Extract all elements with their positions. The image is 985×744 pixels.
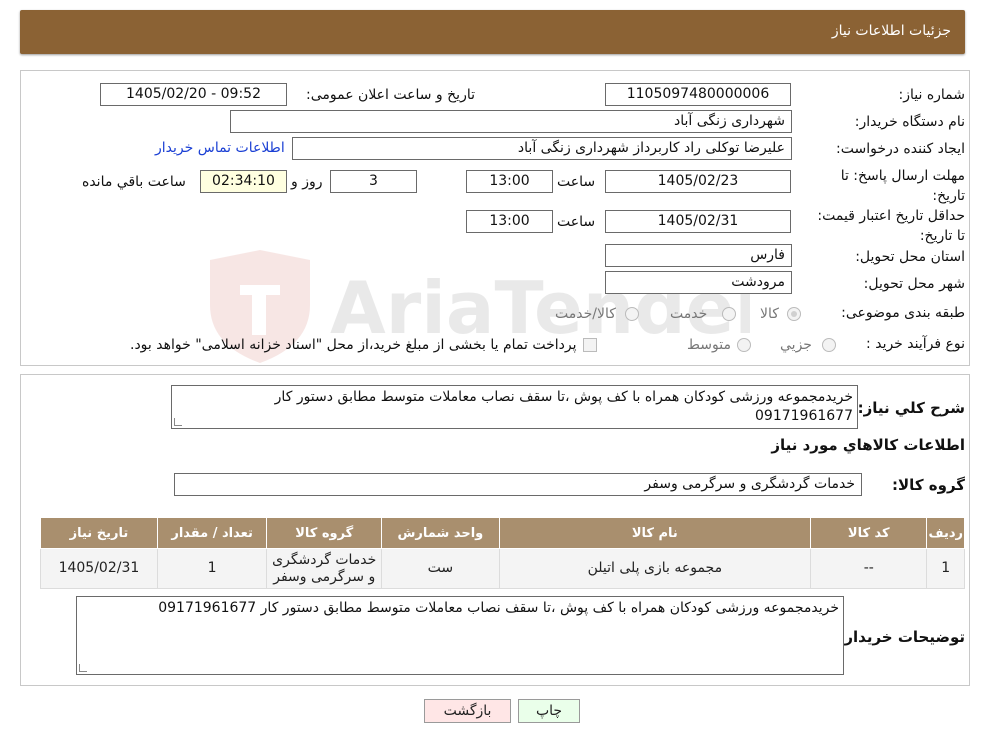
validity-time-field: 13:00 — [466, 210, 553, 233]
treasury-checkbox[interactable] — [583, 338, 597, 352]
page-header: جزئیات اطلاعات نیاز — [20, 10, 965, 54]
category-label: طبقه بندی موضوعی: — [841, 305, 965, 321]
requester-label: ایجاد کننده درخواست: — [836, 141, 965, 157]
general-desc-text: خریدمجموعه ورزشی کودکان همراه با کف پوش … — [274, 389, 853, 424]
cell-unit: ست — [381, 548, 500, 589]
buyer-org-label: نام دستگاه خریدار: — [854, 114, 965, 130]
reply-time-field: 13:00 — [466, 170, 553, 193]
reply-date-field: 1405/02/23 — [605, 170, 791, 193]
col-goods-code: کد کالا — [810, 517, 928, 549]
requester-field: علیرضا توکلی راد کاربرداز شهرداری زنگی آ… — [292, 137, 792, 160]
cell-row-number: 1 — [926, 548, 965, 589]
purchase-partial-radio[interactable] — [822, 338, 836, 352]
category-service-label: خدمت — [670, 306, 708, 322]
category-goods-service-radio[interactable] — [625, 307, 639, 321]
validity-time-label: ساعت — [557, 214, 596, 230]
validity-date-field: 1405/02/31 — [605, 210, 791, 233]
cell-quantity: 1 — [156, 548, 268, 589]
col-row-number: ردیف — [926, 517, 965, 549]
reply-deadline-label: مهلت ارسال پاسخ: تا تاریخ: — [840, 168, 965, 204]
cell-need-date: 1405/02/31 — [40, 548, 158, 589]
buyer-notes-textarea[interactable]: خریدمجموعه ورزشی کودکان همراه با کف پوش … — [76, 596, 844, 675]
purchase-medium-radio[interactable] — [737, 338, 751, 352]
category-goods-radio[interactable] — [787, 307, 801, 321]
buyer-notes-label: توضیحات خریدار: — [838, 628, 965, 646]
city-field: مرودشت — [605, 271, 792, 294]
remaining-label: ساعت باقي مانده — [82, 174, 186, 190]
category-service-radio[interactable] — [722, 307, 736, 321]
cell-goods-group: خدمات گردشگری و سرگرمی وسفر — [266, 548, 383, 589]
col-quantity: تعداد / مقدار — [156, 517, 268, 549]
time-remaining-field: 02:34:10 — [200, 170, 287, 193]
purchase-medium-label: متوسط — [687, 337, 731, 353]
buyer-org-field: شهرداری زنگی آباد — [230, 110, 792, 133]
col-goods-name: نام کالا — [498, 517, 812, 549]
purchase-type-label: نوع فرآیند خرید : — [866, 336, 965, 352]
general-desc-label: شرح کلي نياز: — [857, 399, 965, 417]
reply-time-label: ساعت — [557, 174, 596, 190]
resize-grip-icon[interactable] — [79, 664, 87, 672]
goods-group-field: خدمات گردشگری و سرگرمی وسفر — [174, 473, 862, 496]
print-button[interactable]: چاپ — [518, 699, 580, 723]
price-validity-label: حداقل تاریخ اعتبار قیمت: تا تاریخ: — [817, 208, 965, 244]
days-remaining-field: 3 — [330, 170, 417, 193]
category-goods-service-label: کالا/خدمت — [555, 306, 616, 322]
col-need-date: تاریخ نیاز — [40, 517, 158, 549]
goods-group-label: گروه کالا: — [892, 476, 965, 494]
page-title: جزئیات اطلاعات نیاز — [831, 23, 951, 39]
treasury-note: پرداخت تمام یا بخشی از مبلغ خرید،از محل … — [130, 337, 577, 353]
table-row: 1 -- مجموعه بازی پلی اتیلن ست خدمات گردش… — [40, 548, 965, 589]
col-goods-group: گروه کالا — [266, 517, 383, 549]
need-number-field: 1105097480000006 — [605, 83, 791, 106]
province-label: استان محل تحویل: — [855, 249, 965, 265]
col-unit: واحد شمارش — [381, 517, 500, 549]
category-goods-label: کالا — [760, 306, 779, 322]
city-label: شهر محل تحویل: — [863, 276, 965, 292]
province-field: فارس — [605, 244, 792, 267]
goods-info-heading: اطلاعات کالاهاي مورد نياز — [771, 436, 965, 454]
general-desc-textarea[interactable]: خریدمجموعه ورزشی کودکان همراه با کف پوش … — [171, 385, 858, 429]
buyer-notes-text: خریدمجموعه ورزشی کودکان همراه با کف پوش … — [158, 600, 839, 616]
announce-datetime-label: تاریخ و ساعت اعلان عمومی: — [306, 87, 475, 103]
purchase-partial-label: جزيي — [780, 337, 812, 353]
back-button[interactable]: بازگشت — [424, 699, 511, 723]
goods-table: ردیف کد کالا نام کالا واحد شمارش گروه کا… — [40, 517, 965, 589]
resize-grip-icon[interactable] — [174, 418, 182, 426]
announce-datetime-field: 1405/02/20 - 09:52 — [100, 83, 287, 106]
cell-goods-name: مجموعه بازی پلی اتیلن — [498, 548, 812, 589]
cell-goods-code: -- — [810, 548, 928, 589]
need-number-label: شماره نیاز: — [898, 87, 966, 103]
table-header-row: ردیف کد کالا نام کالا واحد شمارش گروه کا… — [40, 517, 965, 549]
day-and-label: روز و — [291, 174, 323, 190]
buyer-contact-link[interactable]: اطلاعات تماس خریدار — [155, 140, 285, 156]
